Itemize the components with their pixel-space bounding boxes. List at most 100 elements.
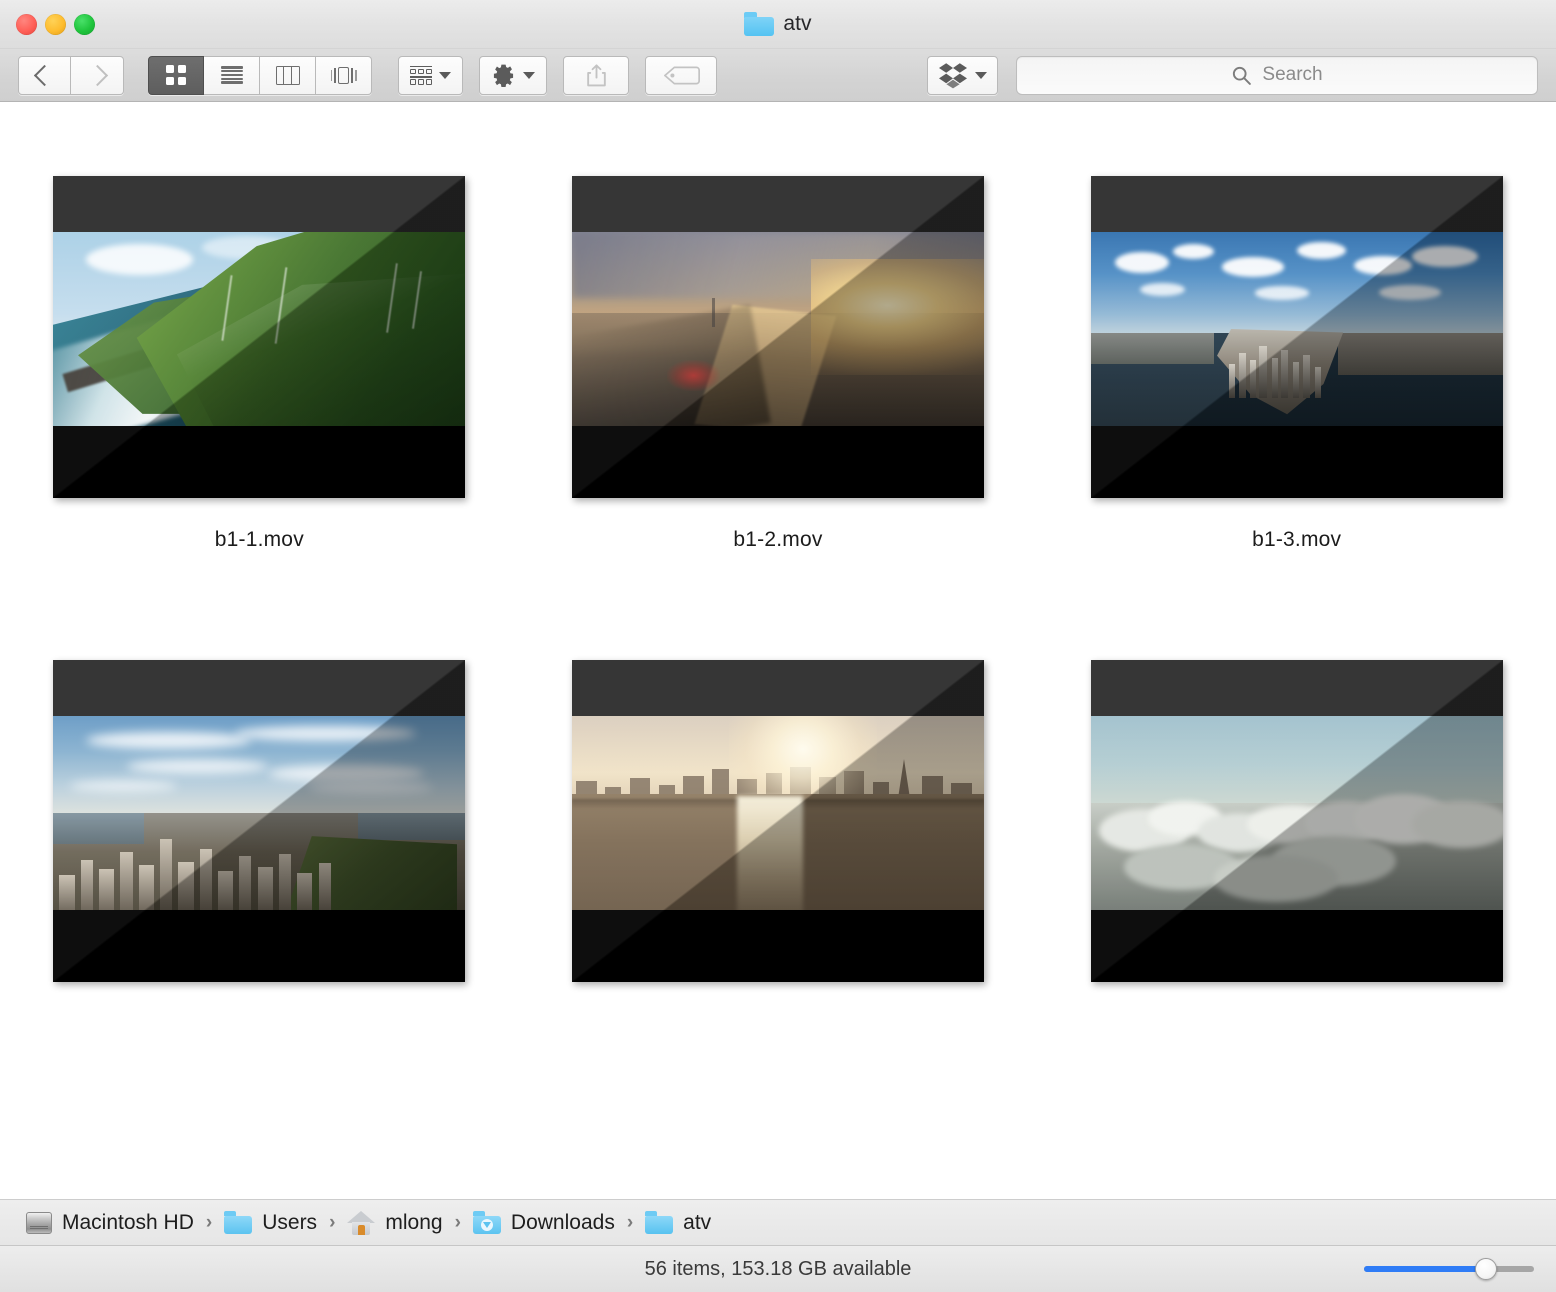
thumbnail-wrapper[interactable] [571, 660, 984, 982]
letterbox-top [53, 660, 466, 717]
letterbox-bottom [53, 425, 466, 498]
columns-icon [275, 65, 300, 85]
chevron-down-icon [439, 71, 451, 79]
thumbnail-wrapper[interactable] [571, 176, 984, 498]
breadcrumb-users[interactable]: Users [224, 1211, 317, 1235]
maximize-button[interactable] [74, 13, 95, 35]
letterbox-bottom [571, 425, 984, 498]
search-icon [1233, 66, 1252, 85]
scene-manhattan-central-park [53, 716, 466, 910]
navigation-buttons [18, 55, 124, 95]
letterbox-top [1090, 176, 1503, 233]
breadcrumb-label: atv [683, 1210, 712, 1234]
file-item[interactable] [44, 660, 474, 1012]
breadcrumb-atv[interactable]: atv [645, 1211, 711, 1235]
breadcrumb-separator: › [454, 1211, 461, 1233]
video-frame [571, 232, 984, 426]
file-item[interactable] [563, 660, 993, 1012]
thumbnail-wrapper[interactable] [53, 176, 466, 498]
breadcrumb-macintosh-hd[interactable]: Macintosh HD [26, 1211, 194, 1235]
home-icon [347, 1210, 376, 1235]
icon-size-slider[interactable] [1364, 1258, 1534, 1280]
status-text: 56 items, 153.18 GB available [644, 1257, 912, 1280]
share-icon [586, 63, 606, 86]
file-item[interactable]: b1-2.mov [563, 176, 993, 552]
tag-icon [663, 66, 700, 84]
breadcrumb-label: mlong [385, 1210, 443, 1234]
folder-icon [744, 12, 775, 36]
icon-view-button[interactable] [148, 55, 204, 95]
dropbox-button[interactable] [927, 55, 998, 95]
skyline [1222, 333, 1337, 399]
video-frame [53, 716, 466, 910]
file-item[interactable] [1082, 660, 1512, 1012]
breadcrumb-label: Downloads [510, 1210, 615, 1234]
window-title-text: atv [783, 12, 812, 35]
path-bar: Macintosh HD › Users › mlong › Downloads… [0, 1199, 1556, 1245]
icon-grid: b1-1.mov b1-2.mov b1-3.mov [0, 176, 1556, 1012]
tags-button[interactable] [645, 55, 717, 95]
file-item[interactable]: b1-1.mov [44, 176, 474, 552]
letterbox-bottom [1090, 909, 1503, 982]
video-frame [1090, 232, 1503, 426]
letterbox-top [53, 176, 466, 233]
traffic-lights [16, 0, 95, 48]
slider-knob[interactable] [1475, 1258, 1498, 1280]
action-button[interactable] [479, 55, 547, 95]
finder-window: atv Search b1-1.mov b1-2.mov b1-3.mov Ma… [0, 0, 1556, 1292]
grid-icon [166, 65, 186, 85]
thumbnail-wrapper[interactable] [1090, 176, 1503, 498]
slider-fill [1364, 1266, 1487, 1272]
thumbnail-wrapper[interactable] [53, 660, 466, 982]
forward-button[interactable] [71, 55, 124, 95]
skyline [53, 825, 358, 910]
search-field[interactable]: Search [1016, 55, 1538, 95]
column-view-button[interactable] [260, 55, 316, 95]
arrange-button[interactable] [398, 55, 463, 95]
close-button[interactable] [16, 13, 37, 35]
file-thumbnail[interactable] [571, 176, 984, 498]
file-thumbnail[interactable] [53, 176, 466, 498]
thumbnail-wrapper[interactable] [1090, 660, 1503, 982]
scene-above-the-clouds [1090, 716, 1503, 910]
coverflow-view-button[interactable] [316, 55, 372, 95]
file-name-label: b1-3.mov [1252, 528, 1342, 551]
breadcrumb-separator: › [329, 1211, 336, 1233]
scene-hawaii-coast [53, 232, 466, 426]
scene-san-francisco-sunset [571, 716, 984, 910]
scene-manhattan-downtown [1090, 232, 1503, 426]
chevron-down-icon [523, 71, 535, 79]
file-name-label: b1-1.mov [214, 528, 304, 551]
window-title: atv [0, 0, 1556, 48]
file-thumbnail[interactable] [53, 660, 466, 982]
letterbox-bottom [571, 909, 984, 982]
breadcrumb-label: Users [262, 1210, 318, 1234]
scene-london-sunset [571, 232, 984, 426]
breadcrumb-separator: › [626, 1211, 634, 1233]
breadcrumb-downloads[interactable]: Downloads [472, 1210, 615, 1235]
arrange-icon [410, 65, 433, 85]
file-item[interactable]: b1-3.mov [1082, 176, 1512, 552]
list-view-button[interactable] [204, 55, 260, 95]
search-input[interactable]: Search [1262, 64, 1322, 86]
back-button[interactable] [18, 55, 71, 95]
breadcrumb-label: Macintosh HD [62, 1210, 194, 1234]
letterbox-top [1090, 660, 1503, 717]
folder-icon [645, 1211, 674, 1234]
coverflow-icon [330, 66, 357, 85]
video-frame [53, 232, 466, 426]
share-button[interactable] [563, 55, 629, 95]
list-icon [220, 66, 243, 84]
file-grid-area[interactable]: b1-1.mov b1-2.mov b1-3.mov [0, 102, 1556, 1199]
letterbox-bottom [1090, 425, 1503, 498]
breadcrumb-separator: › [205, 1211, 213, 1233]
chevron-down-icon [975, 71, 987, 79]
file-thumbnail[interactable] [1090, 176, 1503, 498]
file-thumbnail[interactable] [571, 660, 984, 982]
letterbox-top [571, 176, 984, 233]
users-folder-icon [224, 1211, 253, 1234]
breadcrumb-mlong[interactable]: mlong [347, 1210, 443, 1235]
downloads-folder-icon [472, 1211, 501, 1234]
file-thumbnail[interactable] [1090, 660, 1503, 982]
minimize-button[interactable] [45, 13, 66, 35]
